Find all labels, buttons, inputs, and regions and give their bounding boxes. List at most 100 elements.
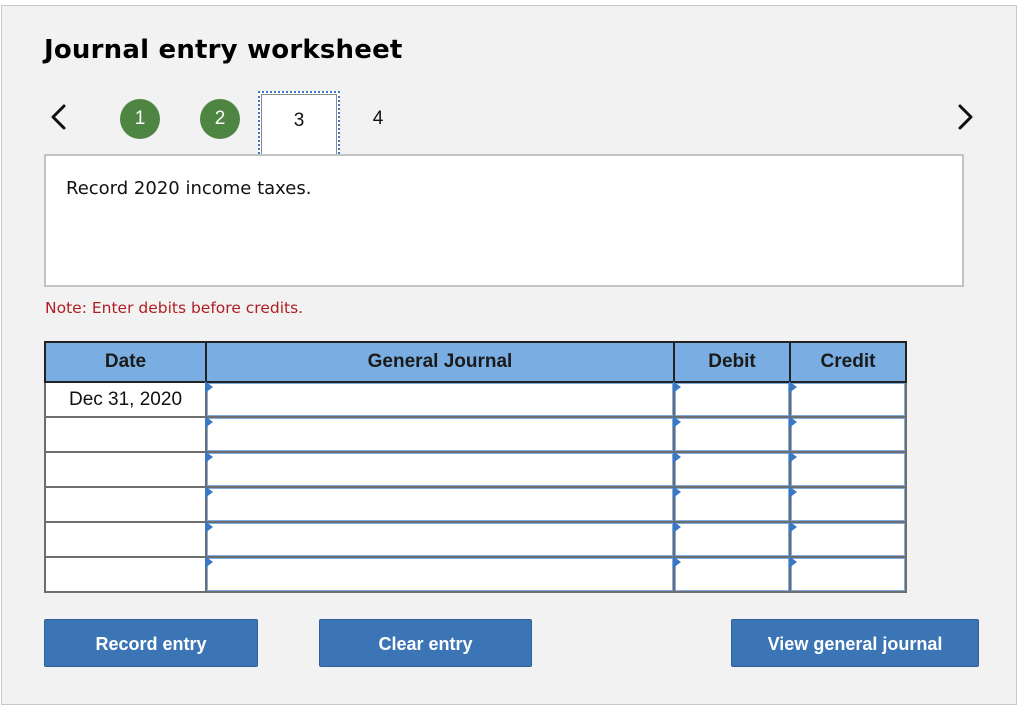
debit-input[interactable] (676, 559, 788, 590)
chevron-left-icon (51, 104, 66, 130)
date-cell (44, 521, 207, 558)
dropdown-marker-icon (789, 451, 797, 463)
column-header-general-journal: General Journal (205, 341, 675, 383)
step-3-current[interactable]: 3 (258, 91, 340, 158)
dropdown-marker-icon (205, 451, 213, 463)
dropdown-marker-icon (673, 416, 681, 428)
date-cell (44, 451, 207, 488)
credit-input[interactable] (792, 524, 904, 555)
general-journal-input-wrapper (205, 416, 673, 451)
table-row (44, 556, 907, 593)
table-header-row: Date General Journal Debit Credit (44, 341, 907, 383)
debit-cell (673, 381, 791, 418)
debit-input[interactable] (676, 454, 788, 485)
general-journal-input-wrapper (205, 381, 673, 416)
credit-cell (789, 556, 907, 593)
general-journal-cell (205, 521, 675, 558)
dropdown-marker-icon (673, 521, 681, 533)
date-cell (44, 556, 207, 593)
credit-input-wrapper (789, 521, 905, 556)
dropdown-marker-icon (205, 556, 213, 568)
debit-cell (673, 486, 791, 523)
credit-cell (789, 381, 907, 418)
dropdown-marker-icon (789, 381, 797, 393)
page-title: Journal entry worksheet (44, 35, 403, 65)
prompt-text: Record 2020 income taxes. (66, 178, 312, 199)
general-journal-input[interactable] (208, 454, 672, 485)
prompt-box: Record 2020 income taxes. (44, 154, 964, 287)
debit-input[interactable] (676, 419, 788, 450)
record-entry-button[interactable]: Record entry (44, 619, 258, 667)
column-header-debit: Debit (673, 341, 791, 383)
table-row (44, 451, 907, 488)
table-row (44, 521, 907, 558)
next-step-button[interactable] (950, 100, 980, 134)
table-row: Dec 31, 2020 (44, 381, 907, 418)
general-journal-input-wrapper (205, 521, 673, 556)
table-row (44, 416, 907, 453)
debit-input-wrapper (673, 556, 789, 591)
date-cell: Dec 31, 2020 (44, 381, 207, 418)
step-2-completed[interactable]: 2 (200, 99, 240, 139)
general-journal-cell (205, 416, 675, 453)
step-4[interactable]: 4 (360, 99, 396, 139)
debit-input-wrapper (673, 451, 789, 486)
credit-input-wrapper (789, 381, 905, 416)
dropdown-marker-icon (789, 416, 797, 428)
general-journal-input[interactable] (208, 489, 672, 520)
column-header-date: Date (44, 341, 207, 383)
credit-input-wrapper (789, 486, 905, 521)
general-journal-input-wrapper (205, 486, 673, 521)
debit-input[interactable] (676, 524, 788, 555)
dropdown-marker-icon (205, 381, 213, 393)
credit-input[interactable] (792, 384, 904, 415)
credit-input[interactable] (792, 419, 904, 450)
clear-entry-button[interactable]: Clear entry (319, 619, 532, 667)
dropdown-marker-icon (673, 556, 681, 568)
debit-input-wrapper (673, 486, 789, 521)
general-journal-input[interactable] (208, 384, 672, 415)
debit-input-wrapper (673, 381, 789, 416)
dropdown-marker-icon (789, 556, 797, 568)
dropdown-marker-icon (205, 521, 213, 533)
credit-cell (789, 521, 907, 558)
dropdown-marker-icon (789, 486, 797, 498)
journal-entry-table: Date General Journal Debit Credit Dec 31… (44, 341, 907, 593)
credit-input[interactable] (792, 454, 904, 485)
debit-input[interactable] (676, 384, 788, 415)
debit-cell (673, 451, 791, 488)
general-journal-input[interactable] (208, 559, 672, 590)
table-row (44, 486, 907, 523)
debit-cell (673, 521, 791, 558)
general-journal-cell (205, 381, 675, 418)
general-journal-input[interactable] (208, 419, 672, 450)
debit-cell (673, 556, 791, 593)
general-journal-cell (205, 486, 675, 523)
credit-input-wrapper (789, 556, 905, 591)
credit-input-wrapper (789, 451, 905, 486)
dropdown-marker-icon (205, 486, 213, 498)
credit-input-wrapper (789, 416, 905, 451)
date-cell (44, 416, 207, 453)
dropdown-marker-icon (673, 451, 681, 463)
general-journal-input-wrapper (205, 451, 673, 486)
general-journal-cell (205, 451, 675, 488)
debit-input[interactable] (676, 489, 788, 520)
general-journal-cell (205, 556, 675, 593)
credit-cell (789, 486, 907, 523)
credit-cell (789, 416, 907, 453)
chevron-right-icon (958, 104, 973, 130)
column-header-credit: Credit (789, 341, 907, 383)
credit-cell (789, 451, 907, 488)
debit-cell (673, 416, 791, 453)
previous-step-button[interactable] (44, 100, 74, 134)
step-1-completed[interactable]: 1 (120, 99, 160, 139)
credit-input[interactable] (792, 559, 904, 590)
general-journal-input-wrapper (205, 556, 673, 591)
credit-input[interactable] (792, 489, 904, 520)
dropdown-marker-icon (789, 521, 797, 533)
general-journal-input[interactable] (208, 524, 672, 555)
view-general-journal-button[interactable]: View general journal (731, 619, 979, 667)
debit-input-wrapper (673, 521, 789, 556)
dropdown-marker-icon (673, 381, 681, 393)
